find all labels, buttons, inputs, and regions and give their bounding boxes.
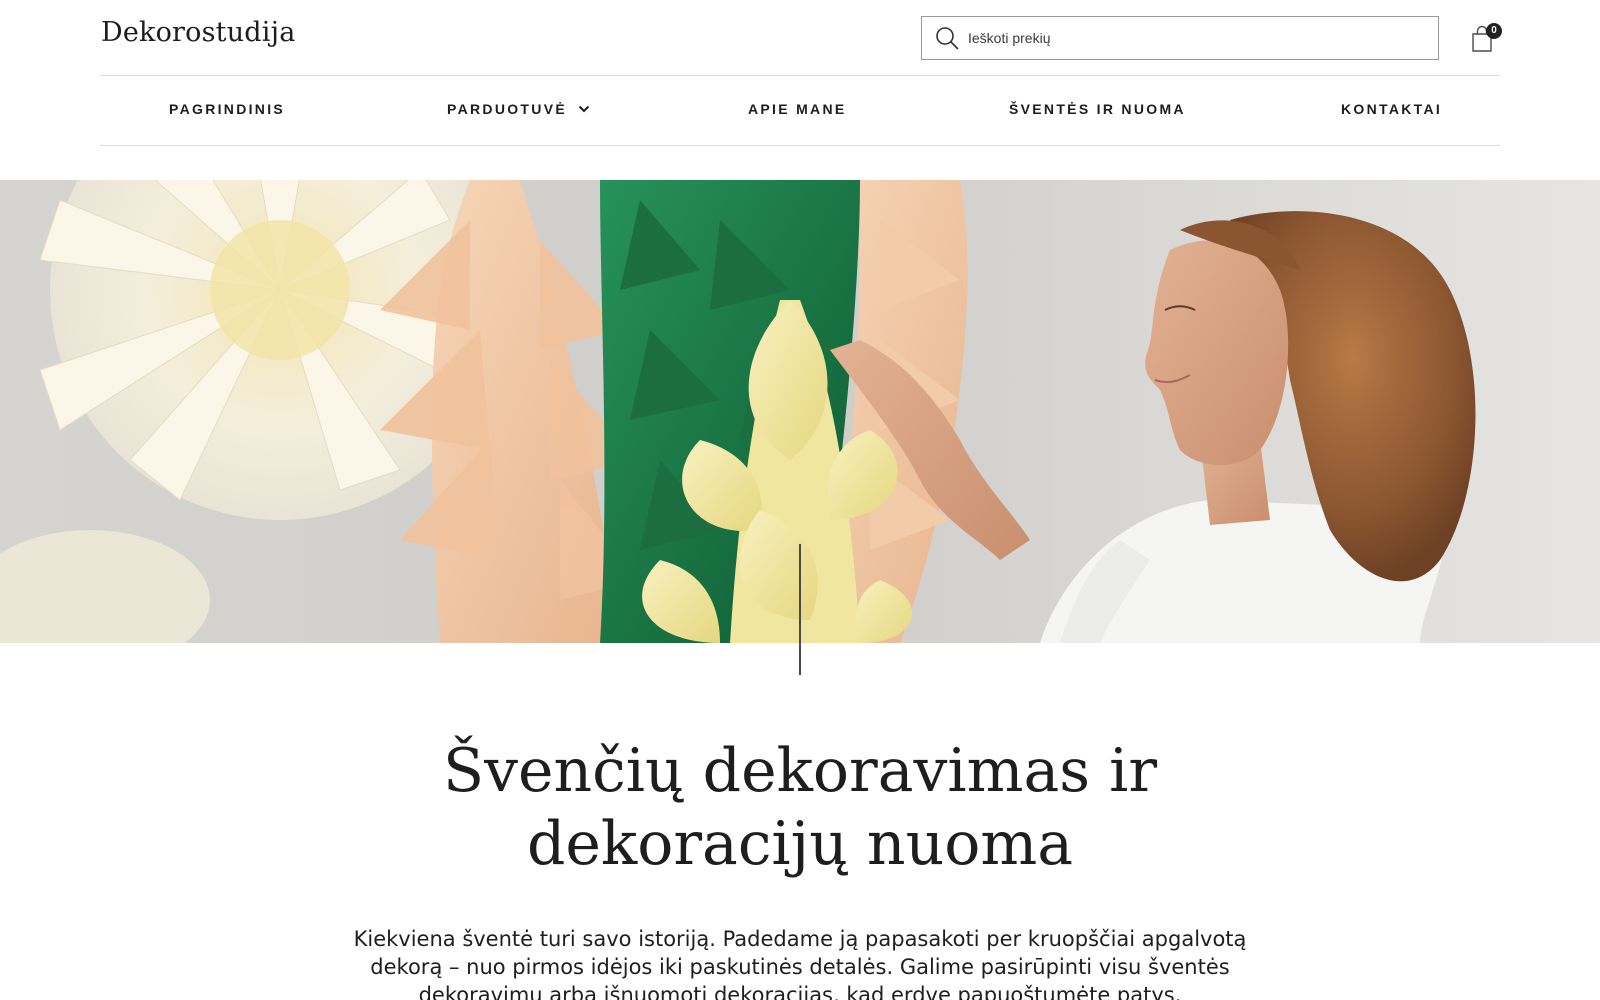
page-title: Švenčių dekoravimas ir dekoracijų nuoma [300, 735, 1300, 881]
vertical-divider-line [799, 544, 801, 675]
cart-button[interactable]: 0 [1470, 22, 1504, 54]
nav-item-label: PARDUOTUVĖ [447, 101, 567, 117]
nav-item-pagrindinis[interactable]: PAGRINDINIS [169, 101, 285, 117]
nav-item-sventes-ir-nuoma[interactable]: ŠVENTĖS IR NUOMA [1009, 101, 1186, 117]
nav-item-parduotuve[interactable]: PARDUOTUVĖ [447, 101, 591, 117]
search-input[interactable] [968, 18, 1438, 58]
nav-item-label: APIE MANE [748, 101, 847, 117]
main-navigation: PAGRINDINIS PARDUOTUVĖ APIE MANE ŠVENTĖS… [100, 76, 1500, 146]
page-title-line-1: Švenčių dekoravimas ir [443, 736, 1157, 806]
page-title-line-2: dekoracijų nuoma [526, 809, 1074, 879]
site-logo[interactable]: Dekorostudija [101, 17, 296, 48]
nav-item-label: PAGRINDINIS [169, 101, 286, 117]
intro-paragraph: Kiekviena šventė turi savo istoriją. Pad… [353, 927, 1247, 1000]
nav-item-apie-mane[interactable]: APIE MANE [748, 101, 847, 117]
nav-divider [100, 145, 1500, 146]
shopping-bag-icon [1470, 25, 1504, 58]
search-icon[interactable] [935, 26, 959, 50]
cart-count-badge: 0 [1486, 23, 1502, 39]
nav-item-label: ŠVENTĖS IR NUOMA [1009, 101, 1186, 117]
site-header: Dekorostudija 0 [100, 0, 1502, 76]
search-bar[interactable] [921, 16, 1439, 60]
chevron-down-icon [577, 102, 591, 116]
nav-item-label: KONTAKTAI [1341, 101, 1443, 117]
nav-item-kontaktai[interactable]: KONTAKTAI [1341, 101, 1442, 117]
